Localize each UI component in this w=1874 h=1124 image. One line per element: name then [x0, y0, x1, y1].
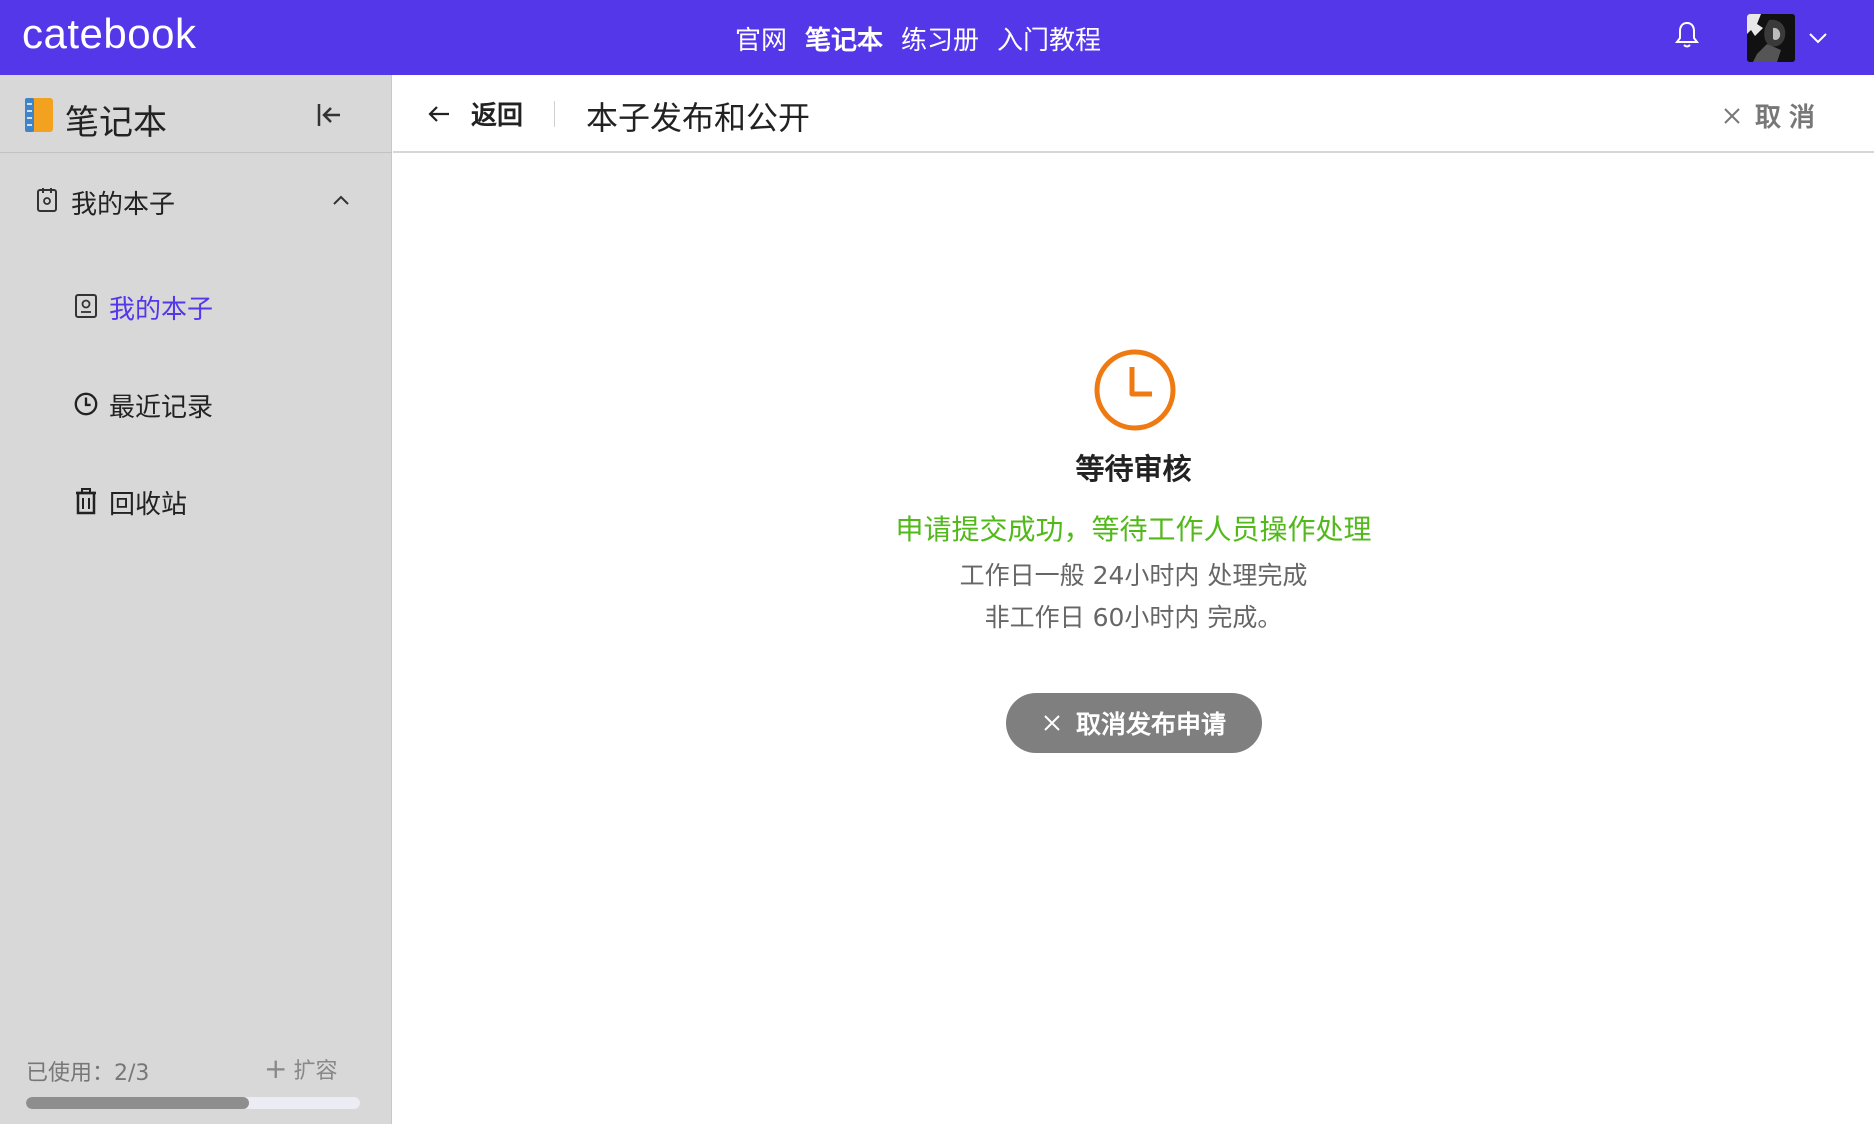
status-title-text: 等待审核	[1075, 452, 1192, 486]
success-message: 申请提交成功，等待工作人员操作处理	[895, 513, 1372, 546]
header-divider	[554, 101, 555, 127]
cancel-label: 取消	[1755, 103, 1824, 133]
avatar[interactable]	[1747, 14, 1795, 62]
clock-icon	[74, 392, 98, 416]
sidebar-item-label: 回收站	[109, 490, 188, 520]
chevron-up-icon[interactable]	[330, 189, 352, 211]
expand-storage-button[interactable]: + 扩容	[264, 1053, 337, 1085]
sidebar-item-recent[interactable]: 最近记录	[0, 378, 392, 428]
bell-icon[interactable]	[1674, 20, 1700, 50]
close-icon	[1044, 715, 1060, 731]
cancel-publish-request-label: 取消发布申请	[1075, 710, 1226, 739]
usage-progress-fill	[26, 1097, 249, 1109]
expand-label: 扩容	[293, 1059, 338, 1084]
usage-label: 已使用：2/3	[26, 1061, 150, 1086]
back-label: 返回	[471, 101, 524, 131]
usage-progress-bar	[26, 1097, 360, 1109]
page-header: 返回 本子发布和公开 取消	[393, 75, 1874, 153]
status-title: 等待审核	[393, 446, 1874, 488]
sidebar-item-trash[interactable]: 回收站	[0, 475, 392, 525]
notebook-outline-icon	[37, 188, 57, 212]
cancel-button[interactable]: 取消	[1721, 97, 1823, 134]
notebook-icon	[75, 294, 97, 318]
sidebar-group-label: 我的本子	[71, 190, 176, 220]
page-title: 本子发布和公开	[586, 99, 811, 137]
sidebar-item-label: 我的本子	[109, 295, 214, 325]
arrow-left-icon	[428, 105, 449, 122]
cancel-publish-request-button[interactable]: 取消发布申请	[1006, 693, 1262, 753]
app-logo[interactable]: catebook	[22, 10, 196, 58]
trash-icon	[76, 488, 96, 515]
nav-item-workbook[interactable]: 练习册	[901, 20, 979, 57]
sidebar-group-my-notebooks[interactable]: 我的本子	[0, 175, 392, 225]
sidebar: 笔记本 我的本子 我的本子 最近记录 回收站 已使用：2/3 + 扩容	[0, 75, 392, 1124]
nav-item-notebook[interactable]: 笔记本	[805, 20, 883, 57]
sidebar-title: 笔记本	[65, 103, 167, 143]
info-line-nonworkday: 非工作日 60小时内 完成。	[984, 603, 1283, 632]
back-button[interactable]: 返回	[425, 95, 523, 132]
plus-icon: +	[264, 1052, 288, 1085]
nav-item-tutorial[interactable]: 入门教程	[997, 20, 1101, 57]
info-line-workday: 工作日一般 24小时内 处理完成	[959, 561, 1308, 590]
main-nav: 官网 笔记本 练习册 入门教程	[735, 20, 1101, 57]
notebook-icon	[25, 98, 53, 132]
sidebar-item-label: 最近记录	[109, 393, 214, 423]
sidebar-header: 笔记本	[0, 75, 392, 153]
close-icon	[1724, 107, 1740, 124]
chevron-down-icon[interactable]	[1806, 26, 1830, 50]
top-navigation-bar: catebook 官网 笔记本 练习册 入门教程	[0, 0, 1874, 75]
nav-item-official-site[interactable]: 官网	[735, 20, 787, 57]
sidebar-item-my-notebooks[interactable]: 我的本子	[0, 280, 392, 330]
collapse-sidebar-icon[interactable]	[314, 99, 346, 131]
clock-pending-icon	[1094, 349, 1176, 431]
